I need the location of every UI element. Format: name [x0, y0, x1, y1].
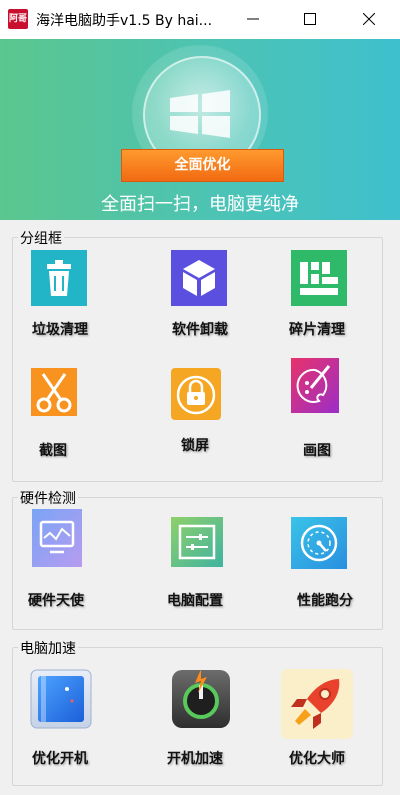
tile-screenshot[interactable]: 截图	[3, 368, 103, 468]
tile-lock-screen[interactable]: 锁屏	[145, 368, 245, 468]
config-sliders-icon	[171, 517, 223, 567]
hero-banner: 全面优化 全面扫一扫，电脑更纯净	[0, 39, 400, 220]
tile-label: 性能跑分	[297, 593, 353, 609]
tile-boot-speedup[interactable]: 开机加速	[145, 667, 245, 767]
title-bar: 阿哥 海洋电脑助手v1.5 By hai...	[0, 0, 400, 39]
monitor-wave-icon	[32, 509, 82, 567]
defrag-icon	[291, 250, 347, 306]
group-title-hardware: 硬件检测	[18, 488, 78, 508]
maximize-button[interactable]	[287, 0, 333, 39]
tile-label: 锁屏	[181, 438, 209, 454]
tile-software-uninstall[interactable]: 软件卸载	[150, 247, 250, 347]
hero-slogan: 全面扫一扫，电脑更纯净	[101, 194, 299, 215]
tile-label: 优化大师	[289, 751, 345, 767]
tile-label: 电脑配置	[167, 593, 223, 609]
tile-label: 碎片清理	[289, 322, 345, 338]
windows-logo-icon	[170, 90, 230, 138]
trash-icon	[31, 250, 87, 306]
app-icon: 阿哥	[8, 9, 28, 29]
tile-label: 垃圾清理	[32, 322, 88, 338]
tile-paint[interactable]: 画图	[267, 358, 367, 459]
tile-defrag[interactable]: 碎片清理	[267, 247, 367, 347]
group-title-speedup: 电脑加速	[18, 638, 78, 658]
tile-pc-config[interactable]: 电脑配置	[145, 507, 245, 609]
paint-palette-icon	[291, 358, 339, 413]
boot-optimize-icon	[30, 669, 92, 729]
window-title: 海洋电脑助手v1.5 By hai...	[36, 13, 213, 29]
tile-label: 软件卸载	[172, 322, 228, 338]
tile-hardware-angel[interactable]: 硬件天使	[6, 507, 106, 609]
lock-icon	[171, 368, 221, 420]
minimize-button[interactable]	[230, 0, 276, 39]
group-title-tools: 分组框	[18, 228, 64, 248]
power-icon	[172, 669, 230, 728]
tile-trash-clean[interactable]: 垃圾清理	[10, 247, 110, 347]
tile-optimize-master[interactable]: 优化大师	[267, 667, 367, 767]
rocket-icon	[281, 669, 353, 739]
speed-gauge-icon	[291, 517, 347, 569]
tile-label: 硬件天使	[28, 593, 84, 609]
maximize-icon	[304, 13, 316, 25]
tile-label: 画图	[303, 443, 331, 459]
tile-label: 优化开机	[32, 751, 88, 767]
minimize-icon	[247, 18, 259, 20]
tile-label: 开机加速	[167, 751, 223, 767]
tile-boot-optimize[interactable]: 优化开机	[10, 667, 110, 767]
cube-icon	[171, 250, 227, 306]
tile-benchmark[interactable]: 性能跑分	[275, 507, 375, 609]
tile-label: 截图	[39, 443, 67, 459]
scissors-icon	[31, 368, 77, 416]
full-optimize-button[interactable]: 全面优化	[121, 149, 284, 182]
close-button[interactable]	[346, 0, 392, 39]
close-icon	[363, 13, 375, 25]
